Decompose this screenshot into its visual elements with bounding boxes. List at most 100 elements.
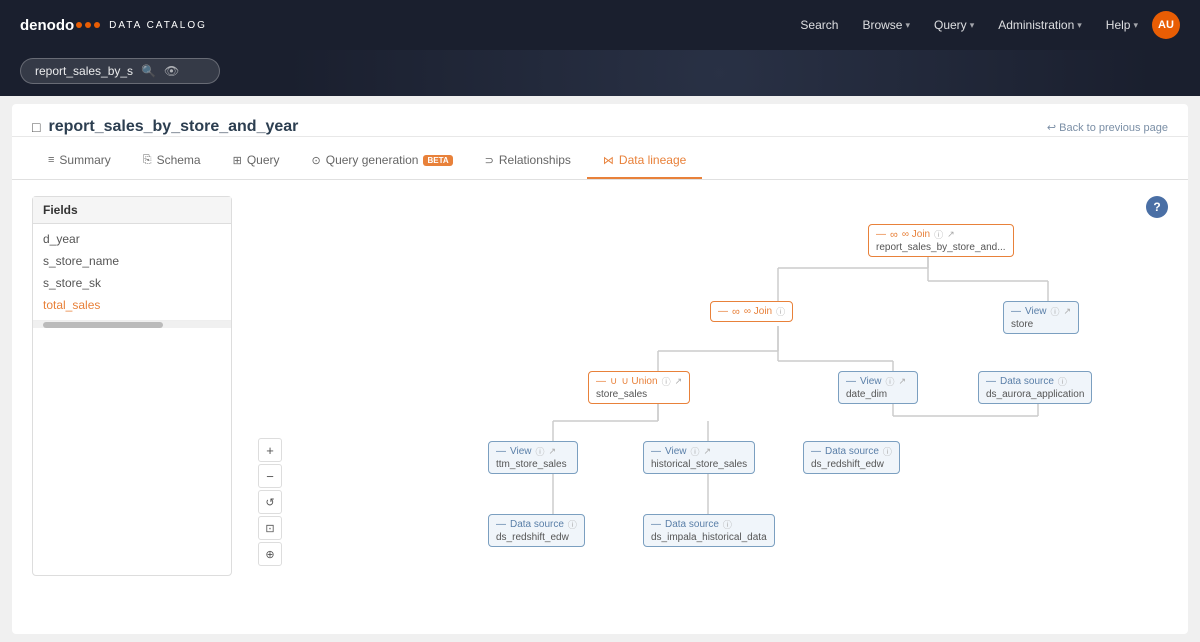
infinity-icon2: ∞ bbox=[732, 306, 740, 318]
join-top-info-icon[interactable]: ⓘ bbox=[934, 228, 943, 241]
union-link-icon[interactable]: ↗ bbox=[675, 376, 683, 387]
view-date-dim-sublabel: date_dim bbox=[846, 389, 887, 400]
dash-icon6: — bbox=[986, 376, 996, 387]
node-join-mid[interactable]: — ∞ ∞ Join ⓘ bbox=[710, 301, 793, 322]
tab-query-label: Query bbox=[247, 153, 280, 167]
view-store-link-icon[interactable]: ↗ bbox=[1064, 306, 1072, 317]
field-total-sales[interactable]: total_sales bbox=[33, 294, 231, 316]
ds-ttm-info-icon[interactable]: ⓘ bbox=[568, 518, 577, 531]
field-s-store-name[interactable]: s_store_name bbox=[33, 250, 231, 272]
field-d-year[interactable]: d_year bbox=[33, 228, 231, 250]
data-lineage-icon: ⋈ bbox=[603, 154, 614, 167]
node-ds-ttm[interactable]: — Data source ⓘ ds_redshift_edw bbox=[488, 514, 585, 547]
tab-schema-label: Schema bbox=[157, 153, 201, 167]
view-date-dim-info-icon[interactable]: ⓘ bbox=[886, 375, 895, 388]
expand-button[interactable]: ⊕ bbox=[258, 542, 282, 566]
node-ds-redshift[interactable]: — Data source ⓘ ds_redshift_edw bbox=[803, 441, 900, 474]
back-link[interactable]: ↩ Back to previous page bbox=[1047, 121, 1168, 134]
page-title-row: □ report_sales_by_store_and_year bbox=[32, 118, 298, 136]
view-ttm-info-icon[interactable]: ⓘ bbox=[536, 445, 545, 458]
join-mid-label: ∞ Join bbox=[744, 306, 772, 317]
nav-query-label: Query bbox=[934, 18, 967, 32]
view-historical-label: View bbox=[665, 446, 687, 457]
avatar[interactable]: AU bbox=[1152, 11, 1180, 39]
fit-button[interactable]: ⊡ bbox=[258, 516, 282, 540]
tab-schema[interactable]: ⎘ Schema bbox=[127, 143, 217, 179]
scrollbar-area[interactable] bbox=[33, 320, 231, 328]
tab-relationships[interactable]: ⊃ Relationships bbox=[469, 143, 587, 179]
query-gen-icon: ⊙ bbox=[312, 154, 321, 167]
dash-icon8: — bbox=[651, 446, 661, 457]
zoom-controls: + − ↺ ⊡ ⊕ bbox=[258, 438, 282, 566]
union-info-icon[interactable]: ⓘ bbox=[662, 375, 671, 388]
nav-browse[interactable]: Browse ▾ bbox=[852, 12, 920, 38]
ds-historical-label: Data source bbox=[665, 519, 719, 530]
node-view-historical[interactable]: — View ⓘ ↗ historical_store_sales bbox=[643, 441, 755, 474]
node-join-mid-header: — ∞ ∞ Join ⓘ bbox=[718, 305, 785, 318]
zoom-out-button[interactable]: − bbox=[258, 464, 282, 488]
dash-icon2: — bbox=[718, 306, 728, 317]
nav-administration[interactable]: Administration ▾ bbox=[988, 12, 1092, 38]
view-store-info-icon[interactable]: ⓘ bbox=[1051, 305, 1060, 318]
ds-redshift-info-icon[interactable]: ⓘ bbox=[883, 445, 892, 458]
nav-search[interactable]: Search bbox=[790, 12, 848, 38]
node-ds-ttm-header: — Data source ⓘ bbox=[496, 518, 577, 531]
eye-icon[interactable]: 👁 bbox=[164, 64, 179, 78]
view-store-label: View bbox=[1025, 306, 1047, 317]
navbar: denodo DATA CATALOG Search Browse ▾ Quer… bbox=[0, 0, 1200, 50]
tab-query-generation[interactable]: ⊙ Query generation BETA bbox=[296, 143, 469, 179]
view-historical-link-icon[interactable]: ↗ bbox=[704, 446, 712, 457]
view-historical-info-icon[interactable]: ⓘ bbox=[691, 445, 700, 458]
node-view-ttm-header: — View ⓘ ↗ bbox=[496, 445, 556, 458]
node-union-header: — ∪ ∪ Union ⓘ ↗ bbox=[596, 375, 682, 388]
node-view-store[interactable]: — View ⓘ ↗ store bbox=[1003, 301, 1079, 334]
node-join-top[interactable]: — ∞ ∞ Join ⓘ ↗ report_sales_by_store_and… bbox=[868, 224, 1014, 257]
tab-data-lineage-label: Data lineage bbox=[619, 153, 686, 167]
tab-summary[interactable]: ≡ Summary bbox=[32, 143, 127, 179]
node-ds-historical[interactable]: — Data source ⓘ ds_impala_historical_dat… bbox=[643, 514, 775, 547]
ds-aurora-sublabel: ds_aurora_application bbox=[986, 389, 1084, 400]
view-store-sublabel: store bbox=[1011, 319, 1033, 330]
node-view-ttm[interactable]: — View ⓘ ↗ ttm_store_sales bbox=[488, 441, 578, 474]
union-sublabel: store_sales bbox=[596, 389, 647, 400]
nav-admin-label: Administration bbox=[998, 18, 1074, 32]
view-date-dim-link-icon[interactable]: ↗ bbox=[899, 376, 907, 387]
tab-summary-label: Summary bbox=[59, 153, 110, 167]
reset-button[interactable]: ↺ bbox=[258, 490, 282, 514]
view-ttm-link-icon[interactable]: ↗ bbox=[549, 446, 557, 457]
query-chevron-icon: ▾ bbox=[970, 20, 975, 31]
tab-query[interactable]: ⊞ Query bbox=[217, 143, 296, 179]
join-top-label: ∞ Join bbox=[902, 229, 930, 240]
ds-historical-info-icon[interactable]: ⓘ bbox=[723, 518, 732, 531]
brand-denodo-text: denodo bbox=[20, 17, 74, 34]
tab-relationships-label: Relationships bbox=[499, 153, 571, 167]
nav-help[interactable]: Help ▾ bbox=[1096, 12, 1148, 38]
ds-ttm-label: Data source bbox=[510, 519, 564, 530]
node-ds-aurora[interactable]: — Data source ⓘ ds_aurora_application bbox=[978, 371, 1092, 404]
nav-query[interactable]: Query ▾ bbox=[924, 12, 984, 38]
dash-icon11: — bbox=[651, 519, 661, 530]
fields-panel: Fields d_year s_store_name s_store_sk to… bbox=[32, 196, 232, 576]
summary-icon: ≡ bbox=[48, 154, 54, 166]
infinity-icon: ∞ bbox=[890, 229, 898, 241]
node-view-date-dim[interactable]: — View ⓘ ↗ date_dim bbox=[838, 371, 918, 404]
tab-data-lineage[interactable]: ⋈ Data lineage bbox=[587, 143, 702, 179]
zoom-in-button[interactable]: + bbox=[258, 438, 282, 462]
main-container: □ report_sales_by_store_and_year ↩ Back … bbox=[12, 104, 1188, 634]
subnav-search-bar[interactable]: report_sales_by_s 🔍 👁 bbox=[20, 58, 220, 84]
view-historical-sublabel: historical_store_sales bbox=[651, 459, 747, 470]
node-ds-historical-header: — Data source ⓘ bbox=[651, 518, 732, 531]
search-icon: 🔍 bbox=[141, 64, 156, 78]
content-area: Fields d_year s_store_name s_store_sk to… bbox=[12, 180, 1188, 592]
ds-aurora-info-icon[interactable]: ⓘ bbox=[1058, 375, 1067, 388]
join-top-link-icon[interactable]: ↗ bbox=[947, 229, 955, 240]
field-s-store-sk[interactable]: s_store_sk bbox=[33, 272, 231, 294]
subnav-search-text: report_sales_by_s bbox=[35, 64, 133, 78]
union-icon: ∪ bbox=[610, 376, 617, 387]
view-ttm-label: View bbox=[510, 446, 532, 457]
nav-right: Search Browse ▾ Query ▾ Administration ▾… bbox=[790, 11, 1180, 39]
join-mid-info-icon[interactable]: ⓘ bbox=[776, 305, 785, 318]
help-button[interactable]: ? bbox=[1146, 196, 1168, 218]
scrollbar-thumb bbox=[43, 322, 163, 328]
node-union-store-sales[interactable]: — ∪ ∪ Union ⓘ ↗ store_sales bbox=[588, 371, 690, 404]
